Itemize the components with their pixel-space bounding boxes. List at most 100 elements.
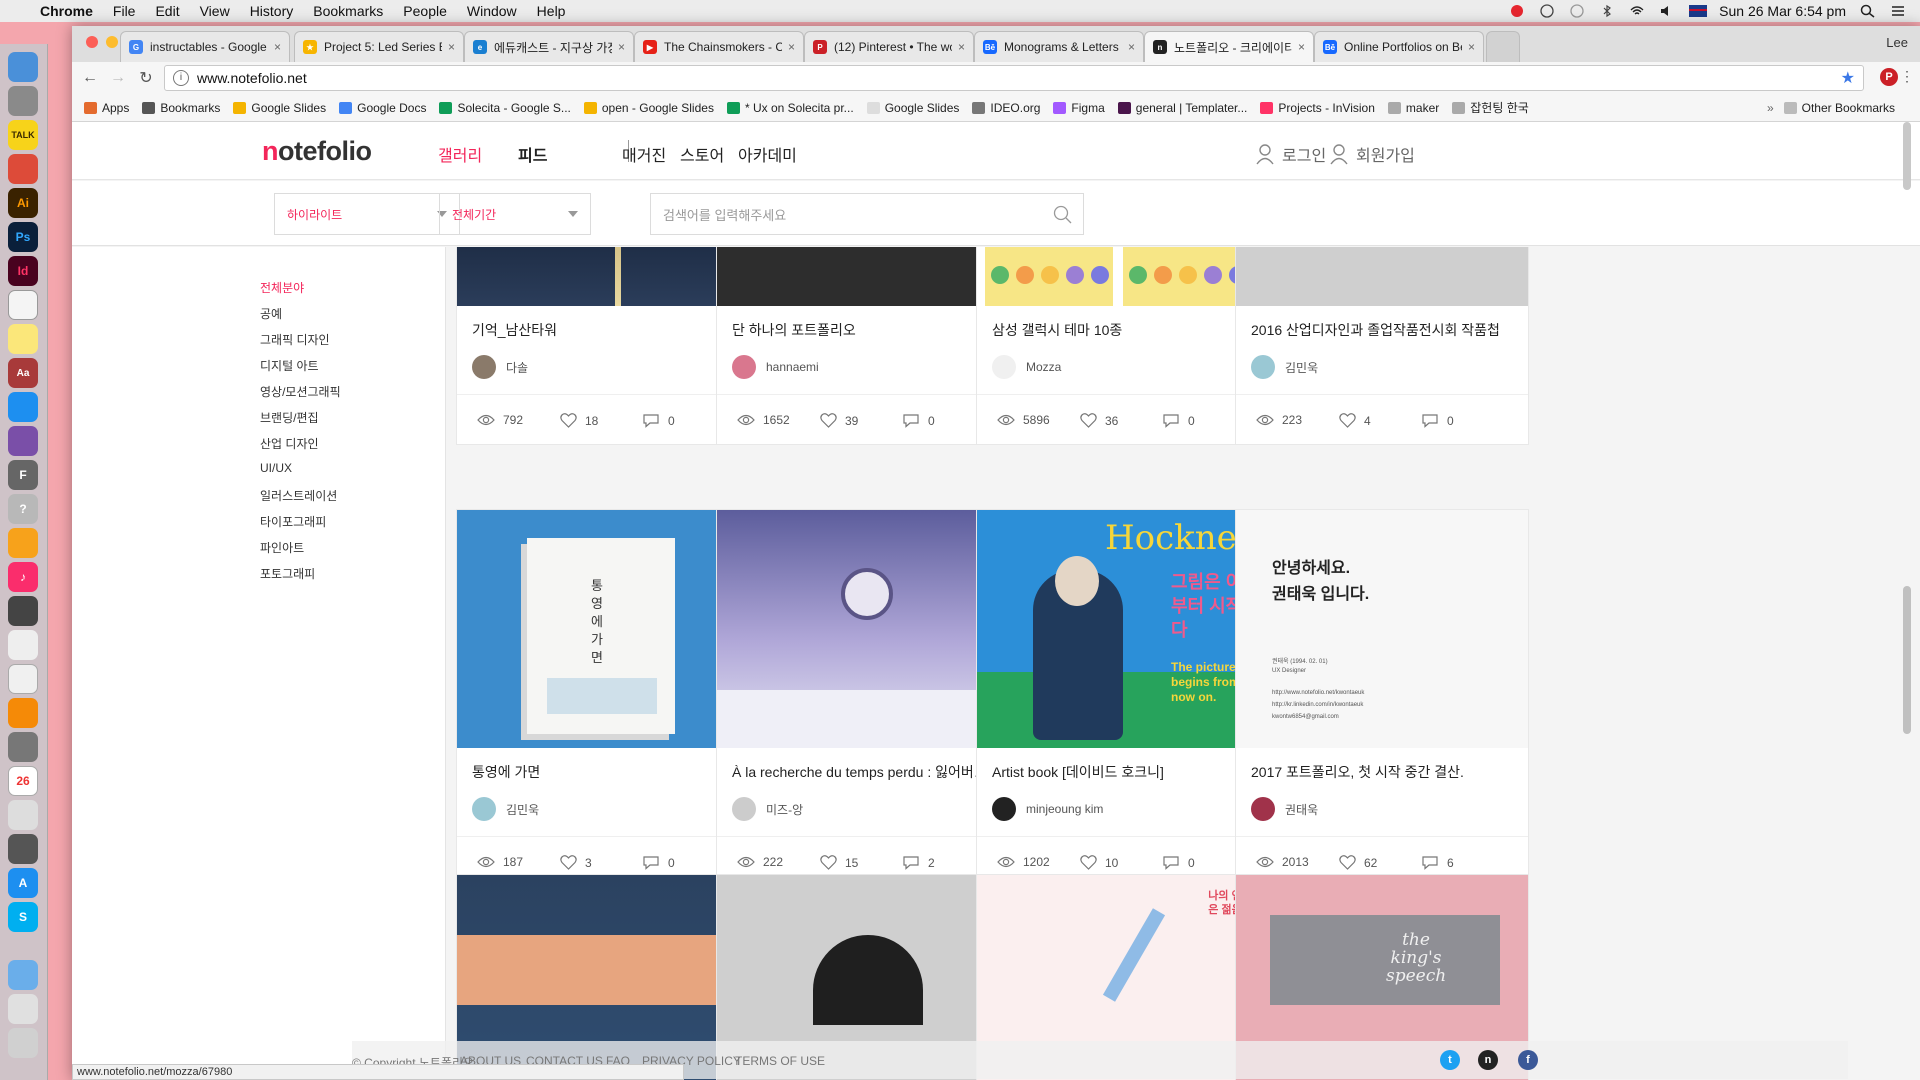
- like-button[interactable]: 3: [560, 855, 592, 870]
- profile-button[interactable]: Lee: [1886, 35, 1908, 50]
- nav-feed[interactable]: 피드: [518, 142, 547, 166]
- browser-tab[interactable]: e 에듀캐스트 - 지구상 가장 큰 학 ×: [464, 31, 634, 62]
- finder-icon[interactable]: [8, 52, 38, 82]
- browser-tab[interactable]: ▶ The Chainsmokers - Clo ×: [634, 31, 804, 62]
- activity-monitor-icon[interactable]: [8, 596, 38, 626]
- category-item[interactable]: 산업 디자인: [260, 435, 319, 452]
- category-item[interactable]: 영상/모션그래픽: [260, 383, 341, 400]
- scanner-icon[interactable]: [8, 732, 38, 762]
- notification-center-icon[interactable]: [1890, 4, 1906, 18]
- pages-icon[interactable]: [8, 664, 38, 694]
- like-button[interactable]: 15: [820, 855, 858, 870]
- like-button[interactable]: 39: [820, 413, 858, 428]
- notes-icon[interactable]: [8, 324, 38, 354]
- trash-icon[interactable]: [8, 1028, 38, 1058]
- nav-academy[interactable]: 아카데미: [738, 142, 797, 166]
- project-thumbnail[interactable]: 안녕하세요. 권태욱 입니다. 권태욱 (1994. 02. 01) UX Desig…: [1236, 510, 1528, 748]
- system-preferences-icon[interactable]: [8, 86, 38, 116]
- category-item[interactable]: 파인아트: [260, 539, 304, 556]
- menu-help[interactable]: Help: [527, 3, 576, 19]
- close-tab-icon[interactable]: ×: [1128, 40, 1135, 54]
- menu-file[interactable]: File: [103, 3, 146, 19]
- help-icon[interactable]: ?: [8, 494, 38, 524]
- comment-button[interactable]: 0: [642, 413, 675, 428]
- like-button[interactable]: 62: [1339, 855, 1377, 870]
- search-icon[interactable]: [1053, 205, 1073, 225]
- photos-icon[interactable]: [8, 528, 38, 558]
- bookmark-item[interactable]: IDEO.org: [972, 101, 1040, 115]
- comment-button[interactable]: 0: [902, 413, 935, 428]
- font-book-icon[interactable]: F: [8, 460, 38, 490]
- notefolio-logo[interactable]: notefolio: [262, 136, 372, 167]
- browser-tab[interactable]: P (12) Pinterest • The world' ×: [804, 31, 974, 62]
- menu-bookmarks[interactable]: Bookmarks: [303, 3, 393, 19]
- twitter-icon[interactable]: t: [1440, 1050, 1460, 1070]
- chrome-menu-icon[interactable]: ⋮: [1900, 68, 1914, 85]
- close-tab-icon[interactable]: ×: [1298, 40, 1305, 54]
- itunes-icon[interactable]: ♪: [8, 562, 38, 592]
- photoshop-icon[interactable]: Ps: [8, 222, 38, 252]
- comment-button[interactable]: 0: [1162, 413, 1195, 428]
- project-card[interactable]: À la recherche du temps perdu : 잃어버린 시간을…: [716, 509, 1010, 887]
- back-button[interactable]: ←: [76, 69, 104, 87]
- browser-tab[interactable]: Bē Online Portfolios on Behan ×: [1314, 31, 1484, 62]
- document-stack-icon[interactable]: [8, 994, 38, 1024]
- page-scrollbar-thumb[interactable]: [1903, 586, 1911, 734]
- menu-people[interactable]: People: [393, 3, 457, 19]
- wifi-icon[interactable]: [1629, 4, 1645, 18]
- category-item[interactable]: 디지털 아트: [260, 357, 319, 374]
- project-title[interactable]: 삼성 갤럭시 테마 10종: [992, 320, 1256, 340]
- bookmark-item[interactable]: Bookmarks: [142, 101, 220, 115]
- project-card[interactable]: 통영에 가면 통영에 가면 김민욱 187 3 0: [456, 509, 750, 887]
- launchpad-icon[interactable]: [8, 834, 38, 864]
- close-tab-icon[interactable]: ×: [274, 40, 281, 54]
- like-button[interactable]: 4: [1339, 413, 1371, 428]
- nav-store[interactable]: 스토어: [680, 142, 724, 166]
- forward-button[interactable]: →: [104, 69, 132, 87]
- time-machine-icon[interactable]: [1569, 4, 1585, 18]
- project-thumbnail[interactable]: Hockney 그림은 이제부터 시작이다 The picture begins f…: [977, 510, 1269, 748]
- flag-icon[interactable]: [1689, 4, 1708, 18]
- category-item[interactable]: 공예: [260, 305, 282, 322]
- avatar[interactable]: [1251, 797, 1275, 821]
- project-title[interactable]: À la recherche du temps perdu : 잃어버린 시간을…: [732, 762, 996, 782]
- project-author[interactable]: hannaemi: [732, 355, 819, 379]
- project-author[interactable]: 다솔: [472, 355, 528, 379]
- bookmarks-overflow-icon[interactable]: »: [1767, 101, 1774, 115]
- project-author[interactable]: minjeoung kim: [992, 797, 1103, 821]
- bookmark-item[interactable]: general | Templater...: [1117, 101, 1247, 115]
- project-thumbnail[interactable]: 통영에 가면: [457, 510, 749, 748]
- nav-gallery[interactable]: 갤러리: [438, 142, 482, 166]
- illustrator-icon[interactable]: Ai: [8, 188, 38, 218]
- bookmark-item[interactable]: Projects - InVision: [1260, 101, 1375, 115]
- automator-icon[interactable]: [8, 630, 38, 660]
- menu-history[interactable]: History: [240, 3, 304, 19]
- ibooks-icon[interactable]: [8, 698, 38, 728]
- bookmark-item[interactable]: Google Slides: [866, 101, 959, 115]
- category-item[interactable]: 브랜딩/편집: [260, 409, 319, 426]
- avatar[interactable]: [472, 797, 496, 821]
- page-scrollbar-thumb-top[interactable]: [1903, 122, 1911, 190]
- sort-select[interactable]: 하이라이트: [274, 193, 460, 235]
- bookmark-item[interactable]: maker: [1387, 101, 1439, 115]
- avatar[interactable]: [732, 797, 756, 821]
- close-window-button[interactable]: [86, 36, 98, 48]
- skype-icon[interactable]: S: [8, 902, 38, 932]
- bookmark-item[interactable]: Google Docs: [339, 101, 426, 115]
- project-title[interactable]: 2016 산업디자인과 졸업작품전시회 작품첩: [1251, 320, 1515, 340]
- like-button[interactable]: 18: [560, 413, 598, 428]
- app-menu-chrome[interactable]: Chrome: [36, 3, 103, 19]
- nav-magazine[interactable]: 매거진: [622, 142, 666, 166]
- menu-window[interactable]: Window: [457, 3, 527, 19]
- project-author[interactable]: 미즈-앙: [732, 797, 803, 821]
- minimize-window-button[interactable]: [106, 36, 118, 48]
- comment-button[interactable]: 0: [1162, 855, 1195, 870]
- project-author[interactable]: Mozza: [992, 355, 1061, 379]
- bookmark-star-icon[interactable]: ★: [1841, 68, 1855, 88]
- category-item[interactable]: 전체분야: [260, 279, 304, 296]
- bookmark-item[interactable]: Apps: [84, 101, 129, 115]
- category-item[interactable]: 타이포그래피: [260, 513, 326, 530]
- avatar[interactable]: [472, 355, 496, 379]
- avatar[interactable]: [992, 797, 1016, 821]
- bookmark-item[interactable]: Google Slides: [233, 101, 326, 115]
